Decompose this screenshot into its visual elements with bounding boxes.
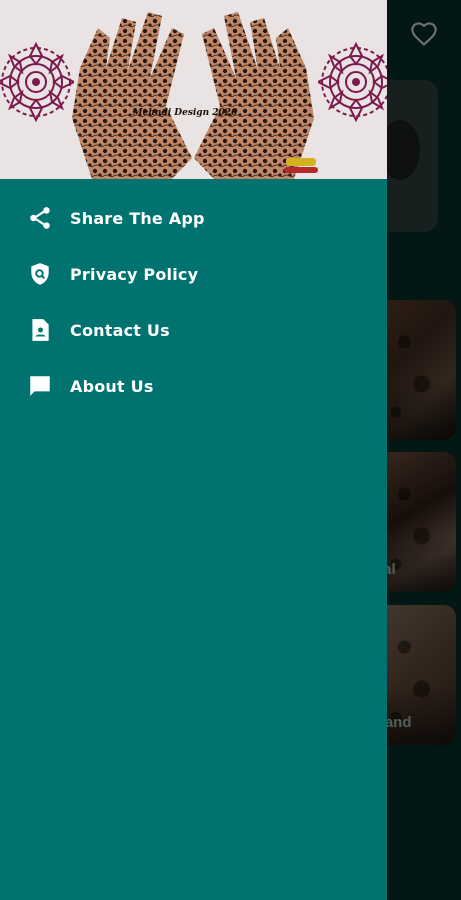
menu-item-label: Share The App: [70, 208, 205, 228]
share-icon: [26, 204, 54, 232]
menu-item-about-us[interactable]: About Us: [0, 358, 387, 414]
mandala-decoration: [318, 41, 387, 123]
henna-hands-image: [72, 12, 318, 179]
menu-item-share[interactable]: Share The App: [0, 190, 387, 246]
drawer-menu: Share The App Privacy Policy Contact Us …: [0, 190, 387, 414]
menu-item-label: Privacy Policy: [70, 264, 199, 284]
chat-bubble-icon: [26, 372, 54, 400]
privacy-shield-icon: [26, 260, 54, 288]
menu-item-contact-us[interactable]: Contact Us: [0, 302, 387, 358]
contact-card-icon: [26, 316, 54, 344]
header-caption: Mehndi Design 2020: [132, 108, 238, 118]
menu-item-label: About Us: [70, 376, 154, 396]
navigation-drawer: Mehndi Design 2020 Share The App Privacy…: [0, 0, 387, 900]
drawer-header: Mehndi Design 2020: [0, 0, 387, 179]
menu-item-label: Contact Us: [70, 320, 170, 340]
menu-item-privacy-policy[interactable]: Privacy Policy: [0, 246, 387, 302]
